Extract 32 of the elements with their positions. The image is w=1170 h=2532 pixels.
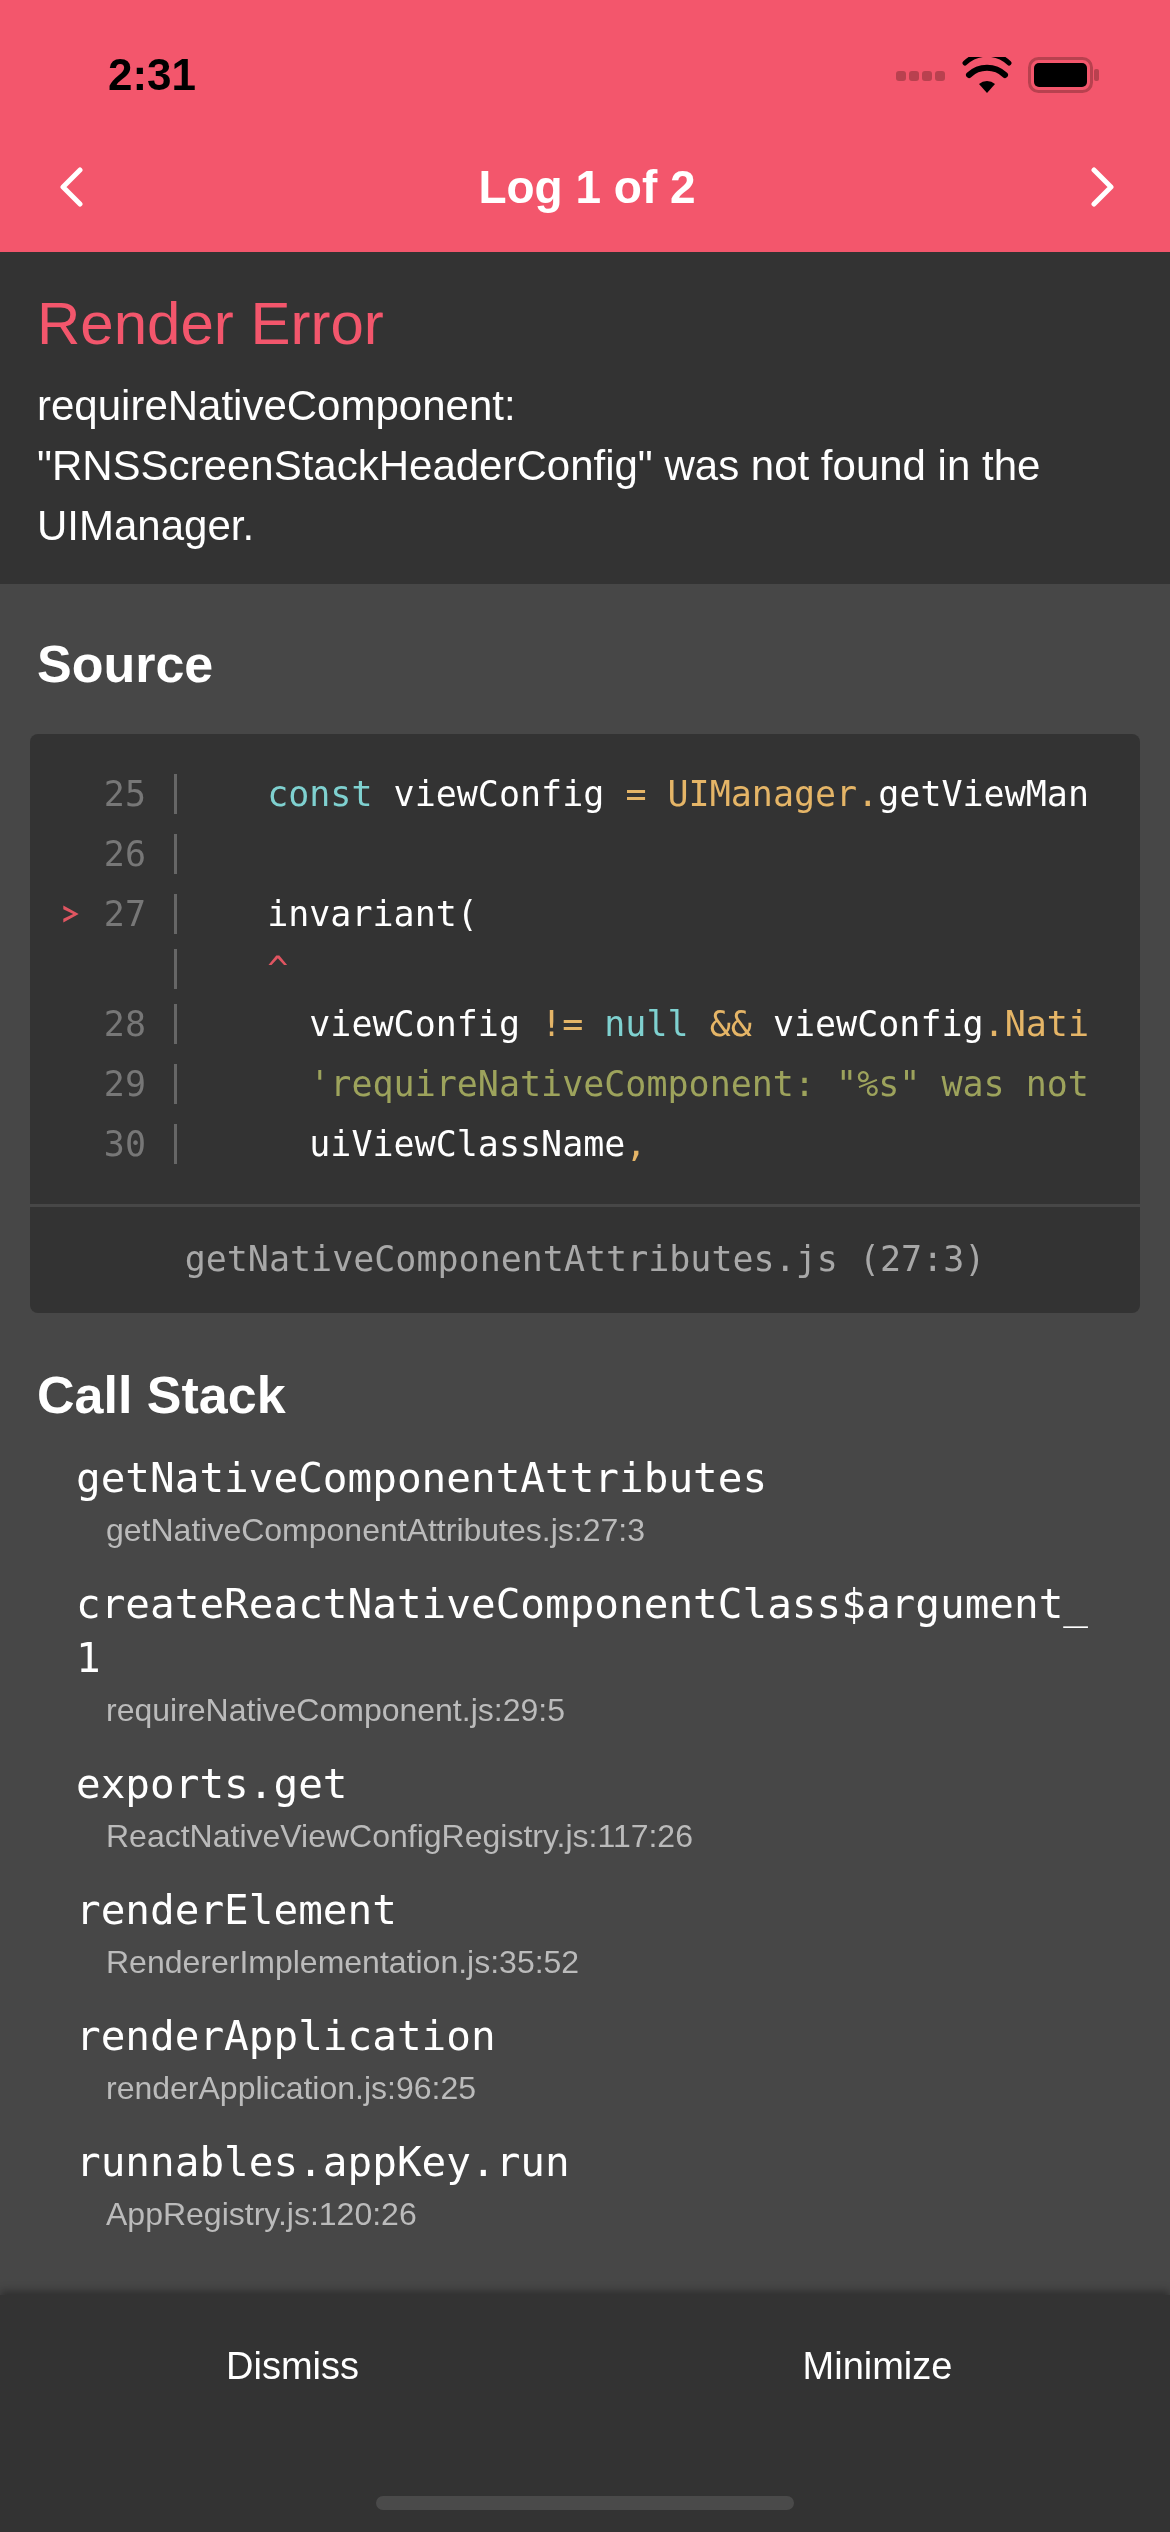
- stack-frame[interactable]: renderElement RendererImplementation.js:35:52: [76, 1883, 1100, 1987]
- signal-icon: [896, 69, 946, 81]
- section-heading: Call Stack: [37, 1365, 287, 1426]
- code-line: const viewConfig = UIManager.getViewMan: [266, 774, 1089, 814]
- chevron-left-icon: [58, 167, 84, 207]
- log-title: Log 1 of 2: [478, 160, 696, 214]
- code-line: ^: [266, 949, 289, 989]
- line-number: 29: [102, 1064, 146, 1104]
- code-line: invariant(: [266, 894, 478, 934]
- code-line: uiViewClassName,: [308, 1124, 647, 1164]
- error-message: requireNativeComponent: "RNSScreenStackHeaderConfig" was not found in the UIManager.: [37, 381, 1042, 551]
- battery-icon: [1028, 57, 1100, 93]
- dismiss-button[interactable]: Dismiss: [0, 2295, 585, 2436]
- line-number: 26: [102, 834, 146, 874]
- line-number: 25: [102, 774, 146, 814]
- chevron-right-icon: [1090, 167, 1116, 207]
- line-number: 28: [102, 1004, 146, 1044]
- stack-frame[interactable]: createReactNativeComponentClass$argument_1 requireNativeComponent.js:29:5: [76, 1577, 1100, 1735]
- code-line: 'requireNativeComponent: "%s" was not: [308, 1064, 1089, 1104]
- error-title: Render Error: [37, 289, 385, 359]
- line-number: 27: [102, 894, 146, 934]
- status-time: 2:31: [108, 50, 197, 100]
- code-line: viewConfig != null && viewConfig.Nati: [308, 1004, 1089, 1044]
- line-number: 30: [102, 1124, 146, 1164]
- minimize-button[interactable]: Minimize: [585, 2295, 1170, 2436]
- source-location: getNativeComponentAttributes.js (27:3): [30, 1204, 1140, 1313]
- wifi-icon: [962, 57, 1012, 93]
- section-heading: Source: [37, 634, 215, 695]
- stack-frame[interactable]: renderApplication renderApplication.js:96:25: [76, 2009, 1100, 2113]
- stack-frame[interactable]: exports.get ReactNativeViewConfigRegistry.js:117:26: [76, 1757, 1100, 1861]
- stack-frame[interactable]: runnables.appKey.run AppRegistry.js:120:26: [76, 2135, 1100, 2239]
- stack-frame[interactable]: getNativeComponentAttributes getNativeComponentAttributes.js:27:3: [76, 1451, 1100, 1555]
